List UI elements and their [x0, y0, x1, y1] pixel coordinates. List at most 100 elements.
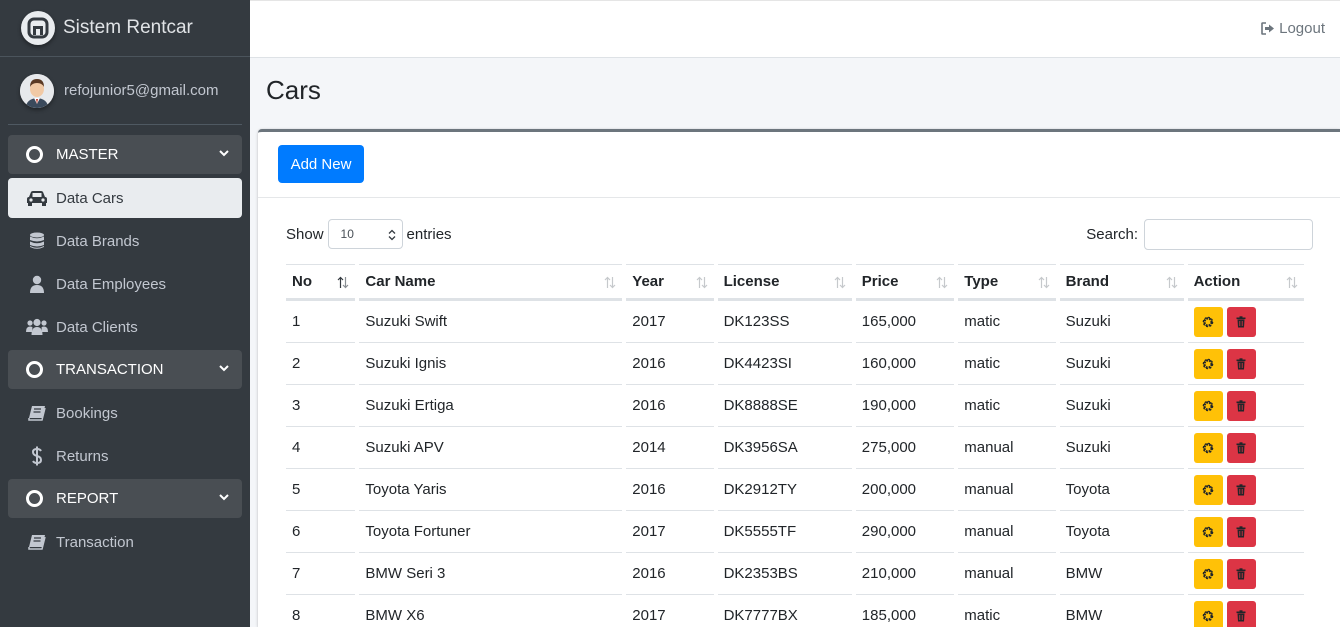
search-input[interactable]	[1144, 218, 1313, 250]
trash-icon	[1236, 483, 1246, 495]
column-header-license[interactable]: License	[717, 264, 852, 300]
table-controls: Show 10 entries Search:	[286, 218, 1313, 250]
column-header-label: Year	[632, 273, 664, 290]
cell-type: matic	[958, 342, 1056, 384]
trash-icon	[1236, 567, 1246, 579]
column-header-action[interactable]: Action	[1187, 264, 1304, 300]
column-header-label: No	[292, 273, 312, 290]
cell-price: 290,000	[855, 510, 955, 552]
column-header-car-name[interactable]: Car Name	[359, 264, 623, 300]
cell-brand: Suzuki	[1059, 300, 1184, 342]
delete-button[interactable]	[1226, 306, 1256, 337]
cell-action	[1187, 300, 1304, 342]
sidebar-item-bookings[interactable]: Bookings	[8, 393, 242, 433]
brand-logo-icon	[21, 11, 55, 45]
gear-icon	[1202, 484, 1214, 495]
sort-icon	[1286, 276, 1298, 289]
sidebar-item-data-employees[interactable]: Data Employees	[8, 264, 242, 304]
edit-button[interactable]	[1193, 306, 1223, 337]
delete-button[interactable]	[1226, 474, 1256, 505]
delete-button[interactable]	[1226, 432, 1256, 463]
cell-no: 5	[286, 468, 356, 510]
edit-button[interactable]	[1193, 390, 1223, 421]
delete-button[interactable]	[1226, 390, 1256, 421]
cell-brand: Toyota	[1059, 510, 1184, 552]
sidebar-item-data-brands[interactable]: Data Brands	[8, 221, 242, 261]
edit-button[interactable]	[1193, 558, 1223, 589]
cell-no: 2	[286, 342, 356, 384]
column-header-no[interactable]: No	[286, 264, 356, 300]
cell-brand: BMW	[1059, 552, 1184, 594]
table-header-row: No Car Name Year License Price Type Brand Actio…	[286, 264, 1304, 300]
user-icon	[26, 274, 48, 294]
nav-section-master[interactable]: MASTER	[8, 135, 242, 174]
delete-button[interactable]	[1226, 558, 1256, 589]
cell-year: 2017	[626, 510, 714, 552]
cell-type: matic	[958, 300, 1056, 342]
edit-button[interactable]	[1193, 432, 1223, 463]
sidebar-item-returns[interactable]: Returns	[8, 436, 242, 476]
sidebar-nav: MASTER Data Cars Data Brands Data Employ…	[0, 125, 250, 562]
column-header-price[interactable]: Price	[855, 264, 955, 300]
gear-icon	[1202, 316, 1214, 327]
cell-license: DK5555TF	[717, 510, 852, 552]
trash-icon	[1236, 525, 1246, 537]
column-header-type[interactable]: Type	[958, 264, 1056, 300]
column-header-brand[interactable]: Brand	[1059, 264, 1184, 300]
sort-icon	[604, 276, 616, 289]
table-body: 1 Suzuki Swift 2017 DK123SS 165,000 matic Suzu…	[286, 300, 1304, 627]
delete-button[interactable]	[1226, 516, 1256, 547]
edit-button[interactable]	[1193, 600, 1223, 627]
cell-car-name: Suzuki Ertiga	[359, 384, 623, 426]
row-actions	[1193, 600, 1298, 627]
sidebar-item-label: Returns	[56, 447, 109, 465]
sign-out-icon	[1261, 22, 1275, 35]
cell-license: DK3956SA	[717, 426, 852, 468]
cell-license: DK8888SE	[717, 384, 852, 426]
entries-value: 10	[340, 227, 354, 241]
add-new-button[interactable]: Add New	[278, 145, 364, 183]
delete-button[interactable]	[1226, 348, 1256, 379]
nav-section-report[interactable]: REPORT	[8, 479, 242, 518]
cell-price: 160,000	[855, 342, 955, 384]
nav-section-transaction[interactable]: TRANSACTION	[8, 350, 242, 389]
cell-car-name: BMW X6	[359, 594, 623, 627]
show-label: Show	[286, 225, 324, 243]
trash-icon	[1236, 609, 1246, 621]
sort-icon	[834, 276, 846, 289]
dollar-icon	[26, 446, 48, 466]
brand-link[interactable]: Sistem Rentcar	[0, 0, 250, 57]
cell-brand: Suzuki	[1059, 384, 1184, 426]
column-header-year[interactable]: Year	[626, 264, 714, 300]
cell-year: 2016	[626, 342, 714, 384]
delete-button[interactable]	[1226, 600, 1256, 627]
cell-car-name: Suzuki APV	[359, 426, 623, 468]
edit-button[interactable]	[1193, 348, 1223, 379]
cell-no: 7	[286, 552, 356, 594]
circle-icon	[26, 361, 43, 378]
sidebar-item-data-clients[interactable]: Data Clients	[8, 307, 242, 347]
column-header-label: Action	[1193, 273, 1241, 290]
edit-button[interactable]	[1193, 516, 1223, 547]
cell-action	[1187, 594, 1304, 627]
cell-action	[1187, 468, 1304, 510]
gear-icon	[1202, 400, 1214, 411]
sidebar-item-transaction[interactable]: Transaction	[8, 522, 242, 562]
table-row: 8 BMW X6 2017 DK7777BX 185,000 matic BMW	[286, 594, 1304, 627]
gear-icon	[1202, 526, 1214, 537]
edit-button[interactable]	[1193, 474, 1223, 505]
sidebar-item-data-cars[interactable]: Data Cars	[8, 178, 242, 218]
cell-license: DK4423SI	[717, 342, 852, 384]
sidebar-item-label: Data Employees	[56, 275, 167, 293]
cell-year: 2016	[626, 552, 714, 594]
cell-type: matic	[958, 594, 1056, 627]
table-row: 6 Toyota Fortuner 2017 DK5555TF 290,000 manua…	[286, 510, 1304, 552]
cell-car-name: Toyota Fortuner	[359, 510, 623, 552]
logout-link[interactable]: Logout	[1261, 20, 1325, 37]
user-panel[interactable]: refojunior5@gmail.com	[8, 57, 242, 125]
row-actions	[1193, 390, 1298, 421]
cell-price: 185,000	[855, 594, 955, 627]
entries-select[interactable]: 10	[327, 219, 403, 249]
sidebar-item-label: Data Clients	[56, 318, 138, 336]
sort-ascending-icon	[337, 276, 349, 289]
